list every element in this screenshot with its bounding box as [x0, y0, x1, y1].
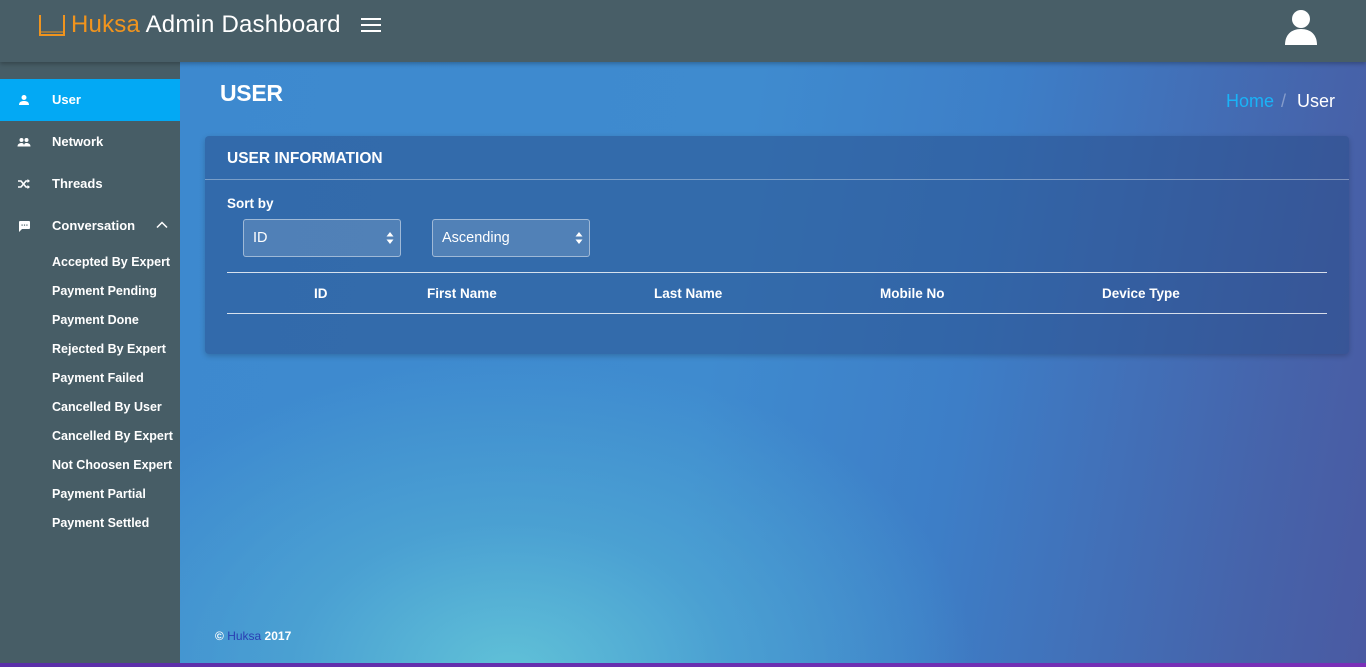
- page-title: USER: [220, 80, 283, 106]
- footer-brand-link[interactable]: Huksa: [227, 629, 261, 643]
- sort-by-label: Sort by: [227, 196, 274, 211]
- card-divider: [205, 179, 1349, 180]
- select-arrows-icon: [575, 232, 583, 244]
- submenu-item-payment-done[interactable]: Payment Done: [52, 312, 139, 328]
- submenu-item-rejected-by-expert[interactable]: Rejected By Expert: [52, 341, 166, 357]
- sort-order-select[interactable]: Ascending: [432, 219, 590, 257]
- breadcrumb-current: User: [1297, 91, 1336, 111]
- sidebar-item-label: Conversation: [52, 218, 136, 233]
- submenu-item-cancelled-by-expert[interactable]: Cancelled By Expert: [52, 428, 173, 444]
- sidebar-item-label: Threads: [52, 176, 103, 191]
- breadcrumb-separator: /: [1281, 91, 1287, 111]
- chat-icon: [19, 221, 30, 232]
- submenu-item-not-choosen-expert[interactable]: Not Choosen Expert: [52, 457, 172, 473]
- footer: © Huksa 2017: [215, 629, 291, 643]
- logo-icon: [39, 15, 65, 36]
- submenu-item-payment-pending[interactable]: Payment Pending: [52, 283, 157, 299]
- sidebar-item-network[interactable]: Network: [0, 121, 180, 163]
- sidebar-item-threads[interactable]: Threads: [0, 163, 180, 205]
- sort-field-value: ID: [253, 230, 268, 246]
- table-header-top-border: [227, 272, 1327, 273]
- select-arrows-icon: [386, 232, 394, 244]
- card-title: USER INFORMATION: [227, 150, 383, 167]
- sidebar-item-label: User: [52, 92, 81, 107]
- sidebar-item-label: Network: [52, 134, 104, 149]
- column-header-mobile-no: Mobile No: [880, 286, 945, 301]
- user-information-card: USER INFORMATION Sort by ID Ascending ID…: [205, 136, 1349, 354]
- app-title: Huksa Admin Dashboard: [71, 10, 341, 40]
- sort-order-value: Ascending: [442, 230, 510, 246]
- shuffle-icon: [18, 179, 30, 189]
- sort-field-select[interactable]: ID: [243, 219, 401, 257]
- footer-year: 2017: [264, 629, 292, 643]
- column-header-id: ID: [314, 286, 328, 301]
- sidebar-item-conversation[interactable]: Conversation: [0, 205, 180, 247]
- top-bar: Huksa Admin Dashboard: [0, 0, 1366, 62]
- main-content: USER Home / User USER INFORMATION Sort b…: [180, 62, 1366, 663]
- chevron-up-icon[interactable]: [156, 220, 168, 230]
- submenu-item-cancelled-by-user[interactable]: Cancelled By User: [52, 399, 162, 415]
- copyright-symbol: ©: [215, 629, 224, 643]
- table-header-bottom-border: [227, 313, 1327, 314]
- app-title-rest: Admin Dashboard: [140, 11, 341, 38]
- column-header-last-name: Last Name: [654, 286, 723, 301]
- people-icon: [17, 138, 31, 147]
- submenu-item-payment-failed[interactable]: Payment Failed: [52, 370, 144, 386]
- hamburger-icon[interactable]: [359, 15, 383, 35]
- column-header-first-name: First Name: [427, 286, 497, 301]
- breadcrumb-home-link[interactable]: Home: [1226, 90, 1274, 112]
- submenu-item-accepted-by-expert[interactable]: Accepted By Expert: [52, 254, 170, 270]
- user-avatar-icon[interactable]: [1284, 8, 1318, 46]
- sidebar-item-user[interactable]: User: [0, 79, 180, 121]
- column-header-device-type: Device Type: [1102, 286, 1180, 301]
- submenu-item-payment-settled[interactable]: Payment Settled: [52, 515, 149, 531]
- bottom-accent-strip: [0, 663, 1366, 667]
- submenu-item-payment-partial[interactable]: Payment Partial: [52, 486, 146, 502]
- sidebar: User Network Threads Conversation Accept…: [0, 62, 180, 667]
- app-title-accent: Huksa: [71, 11, 141, 38]
- person-icon: [19, 95, 29, 105]
